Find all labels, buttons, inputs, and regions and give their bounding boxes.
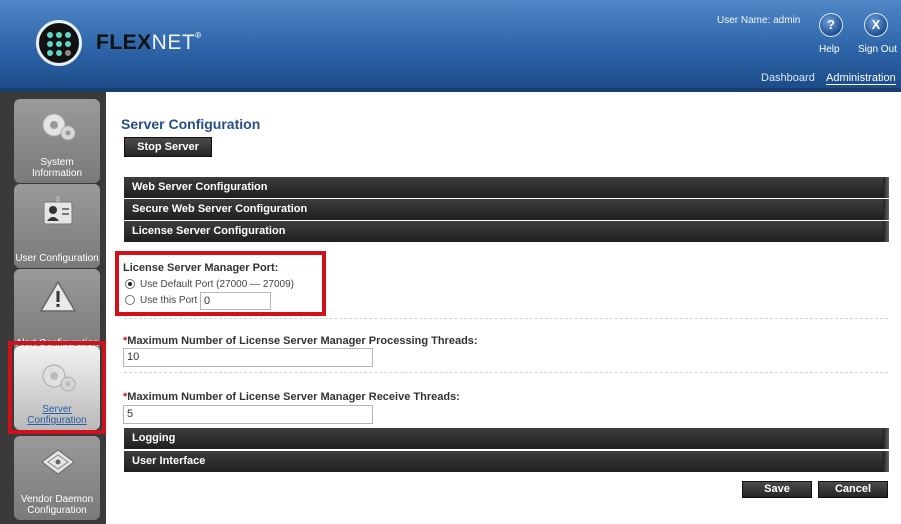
section-user-interface[interactable]: User Interface <box>124 451 889 472</box>
sidebar-item-system-information[interactable]: System Information <box>14 99 100 183</box>
nav-dashboard[interactable]: Dashboard <box>761 72 815 84</box>
flexnet-logo-icon <box>36 20 82 66</box>
nav-administration[interactable]: Administration <box>826 72 896 85</box>
user-card-icon <box>43 196 73 225</box>
custom-port-input[interactable]: 0 <box>200 292 271 310</box>
warning-icon <box>39 280 77 312</box>
username-label: User Name: admin <box>717 15 801 26</box>
section-web-server-configuration[interactable]: Web Server Configuration <box>124 177 889 198</box>
page-title: Server Configuration <box>121 116 261 132</box>
divider <box>124 318 888 319</box>
default-port-radio[interactable] <box>125 279 135 290</box>
save-button[interactable]: Save <box>742 481 812 498</box>
sidebar-item-label: Vendor Daemon Configuration <box>20 494 94 516</box>
divider <box>124 372 888 373</box>
sidebar-item-label: System Information <box>31 157 83 179</box>
receive-threads-input[interactable]: 5 <box>123 405 373 424</box>
section-secure-web-server-configuration[interactable]: Secure Web Server Configuration <box>124 199 889 220</box>
stop-server-button[interactable]: Stop Server <box>124 137 212 157</box>
custom-port-label: Use this Port <box>140 295 198 306</box>
processing-threads-input[interactable]: 10 <box>123 348 373 367</box>
header-divider <box>0 88 901 92</box>
default-port-label: Use Default Port (27000 — 27009) <box>140 279 294 290</box>
app-header: FLEXNET® User Name: admin ? Help X Sign … <box>0 0 901 92</box>
sidebar-item-vendor-daemon-configuration[interactable]: Vendor Daemon Configuration <box>14 436 100 520</box>
help-link[interactable]: Help <box>819 44 840 55</box>
receive-threads-label: *Maximum Number of License Server Manage… <box>123 391 460 403</box>
sign-out-link[interactable]: Sign Out <box>858 44 897 55</box>
cancel-button[interactable]: Cancel <box>818 481 888 498</box>
sidebar-item-user-configuration[interactable]: User Configuration <box>14 184 100 268</box>
section-license-server-configuration[interactable]: License Server Configuration <box>124 221 889 242</box>
custom-port-option[interactable]: Use this Port <box>125 295 197 306</box>
processing-threads-label: *Maximum Number of License Server Manage… <box>123 335 478 347</box>
certificate-icon <box>41 449 75 475</box>
help-icon[interactable]: ? <box>819 13 843 37</box>
sidebar-item-label: User Configuration <box>15 253 99 264</box>
custom-port-radio[interactable] <box>125 295 135 306</box>
section-logging[interactable]: Logging <box>124 428 889 449</box>
default-port-option[interactable]: Use Default Port (27000 — 27009) <box>125 279 294 290</box>
brand-name: FLEXNET® <box>96 31 202 54</box>
sign-out-icon[interactable]: X <box>864 13 888 37</box>
gears-icon <box>42 113 76 141</box>
port-label: License Server Manager Port: <box>123 262 279 274</box>
sidebar: System Information User Configuration Al… <box>0 92 106 524</box>
highlight-annotation <box>8 341 106 434</box>
